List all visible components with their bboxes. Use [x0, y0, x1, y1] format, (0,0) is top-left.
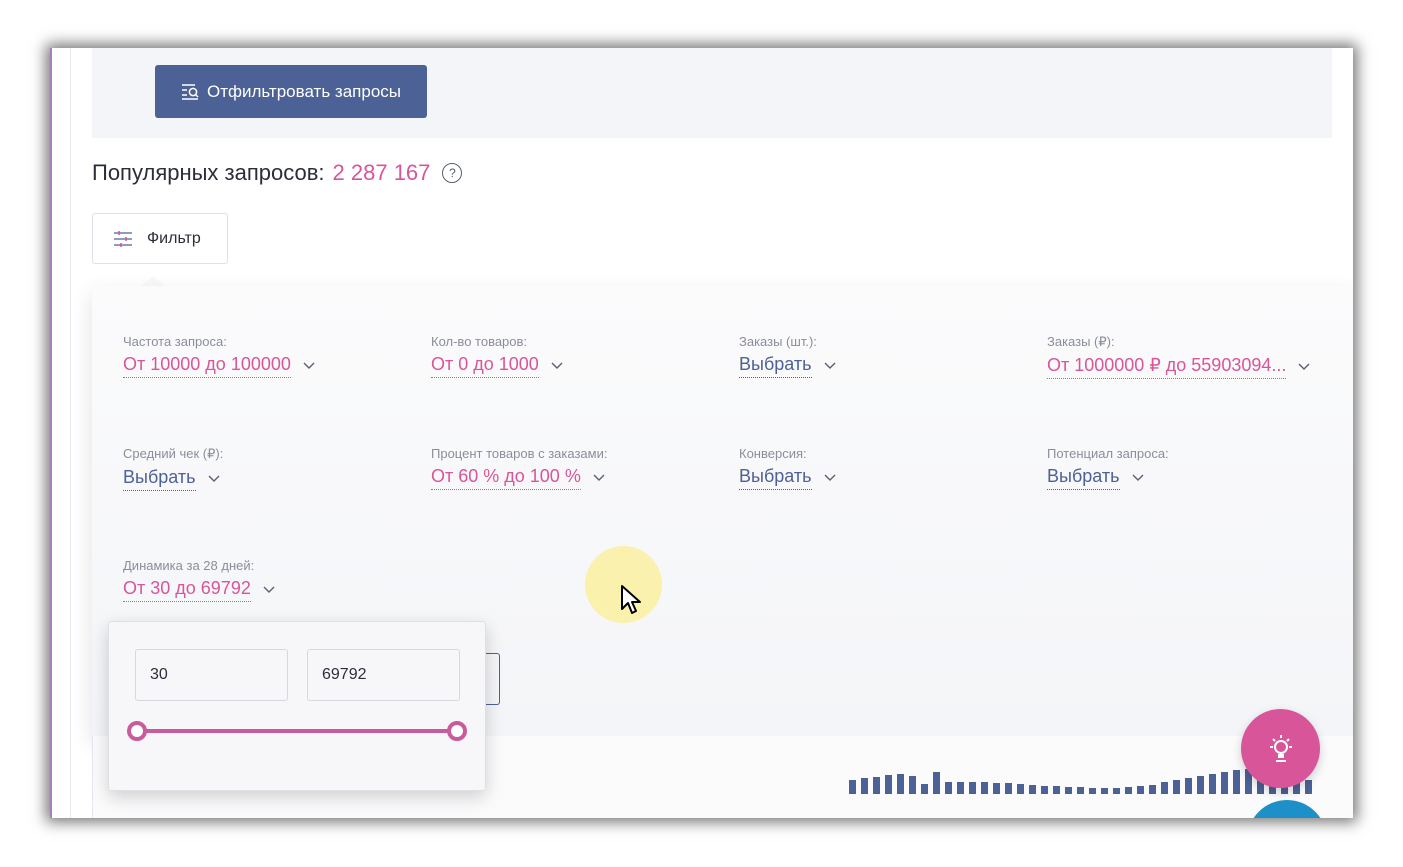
- range-slider-min-handle: [127, 721, 147, 741]
- sliders-icon: [114, 230, 132, 247]
- filter-value: От 1000000 ₽ до 55903094...: [1047, 355, 1287, 379]
- filter-value: От 10000 до 100000: [123, 354, 291, 378]
- filter-products-with-orders: Процент товаров с заказами: От 60 % до 1…: [431, 446, 731, 490]
- range-max-input[interactable]: [307, 649, 460, 701]
- filter-requests-label: Отфильтровать запросы: [206, 81, 401, 101]
- chevron-down-icon: [1132, 474, 1144, 481]
- filter-dropdown[interactable]: От 1000000 ₽ до 55903094...: [1047, 355, 1310, 379]
- filter-orders-rub: Заказы (₽): От 1000000 ₽ до 55903094...: [1047, 334, 1347, 379]
- filter-toggle-button[interactable]: Фильтр: [92, 213, 228, 264]
- filter-label: Заказы (шт.):: [739, 334, 817, 349]
- help-icon[interactable]: ?: [442, 163, 463, 183]
- filter-label: Кол-во товаров:: [431, 334, 528, 349]
- apply-button-edge[interactable]: [486, 653, 500, 705]
- filter-dropdown[interactable]: От 30 до 69792: [123, 578, 275, 602]
- filter-dropdown[interactable]: Выбрать: [1047, 466, 1144, 490]
- chevron-down-icon: [593, 474, 605, 481]
- filter-query-potential: Потенциал запроса: Выбрать: [1047, 446, 1347, 490]
- filter-value: Выбрать: [123, 467, 196, 491]
- chevron-down-icon: [824, 474, 836, 481]
- filter-average-check: Средний чек (₽): Выбрать: [123, 446, 423, 491]
- filter-label: Средний чек (₽):: [123, 446, 224, 461]
- filter-label: Заказы (₽):: [1047, 334, 1115, 349]
- popular-queries-label: Популярных запросов:: [92, 160, 325, 185]
- filter-requests-button[interactable]: Отфильтровать запросы: [155, 65, 427, 118]
- chevron-down-icon: [208, 475, 220, 482]
- filter-dropdown[interactable]: От 60 % до 100 %: [431, 466, 605, 490]
- range-popup: [108, 621, 486, 791]
- chevron-down-icon: [263, 586, 275, 593]
- filter-dropdown[interactable]: От 10000 до 100000: [123, 354, 315, 378]
- filter-label: Частота запроса:: [123, 334, 227, 349]
- filter-label: Процент товаров с заказами:: [431, 446, 608, 461]
- filter-value: От 30 до 69792: [123, 578, 251, 602]
- filter-label: Потенциал запроса:: [1047, 446, 1169, 461]
- popular-queries-count: 2 287 167: [332, 160, 431, 185]
- range-slider[interactable]: [127, 719, 467, 743]
- filter-dropdown[interactable]: От 0 до 1000: [431, 354, 563, 378]
- filter-label: Динамика за 28 дней:: [123, 558, 255, 573]
- range-slider-max-handle: [447, 721, 467, 741]
- filter-query-frequency: Частота запроса: От 10000 до 100000: [123, 334, 423, 378]
- filter-product-count: Кол-во товаров: От 0 до 1000: [431, 334, 731, 378]
- chevron-down-icon: [824, 362, 836, 369]
- filter-dropdown[interactable]: Выбрать: [739, 354, 836, 378]
- mouse-cursor-icon: [621, 585, 641, 614]
- range-min-input[interactable]: [135, 649, 288, 701]
- filter-dropdown[interactable]: Выбрать: [123, 467, 220, 491]
- filter-conversion: Конверсия: Выбрать: [739, 446, 1039, 490]
- filter-value: Выбрать: [739, 466, 812, 490]
- filter-toggle-label: Фильтр: [147, 229, 201, 247]
- chevron-down-icon: [551, 362, 563, 369]
- filter-search-icon: [181, 83, 199, 100]
- chevron-down-icon: [303, 362, 315, 369]
- filter-value: От 0 до 1000: [431, 354, 539, 378]
- filter-label: Конверсия:: [739, 446, 807, 461]
- sidebar-divider: [70, 48, 71, 818]
- filter-orders-count: Заказы (шт.): Выбрать: [739, 334, 1039, 378]
- top-panel: Отфильтровать запросы: [92, 48, 1332, 138]
- popular-queries-heading: Популярных запросов: 2 287 167 ?: [92, 160, 463, 186]
- chevron-down-icon: [1298, 363, 1310, 370]
- filter-value: От 60 % до 100 %: [431, 466, 581, 490]
- filter-dynamics-28-days: Динамика за 28 дней: От 30 до 69792: [123, 558, 423, 602]
- filter-value: Выбрать: [739, 354, 812, 378]
- app-window: Отфильтровать запросы Популярных запросо…: [50, 48, 1353, 818]
- filter-value: Выбрать: [1047, 466, 1120, 490]
- idea-fab-button[interactable]: [1241, 709, 1320, 788]
- filter-dropdown[interactable]: Выбрать: [739, 466, 836, 490]
- lightbulb-icon: [1269, 734, 1292, 762]
